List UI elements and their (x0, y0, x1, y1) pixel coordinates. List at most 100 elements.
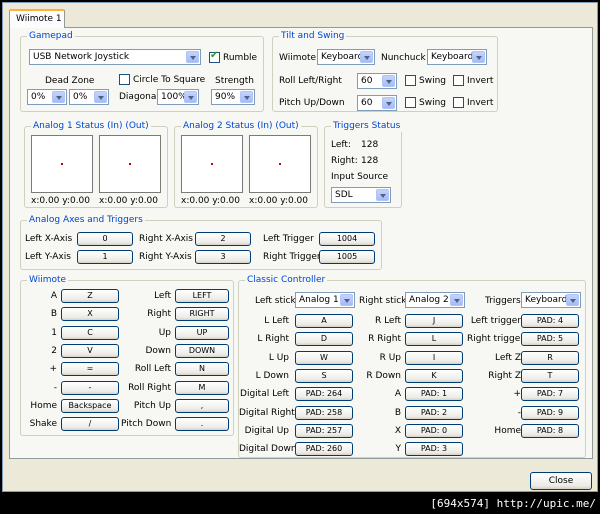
classic-mapping-button[interactable]: PAD: 5 (521, 332, 579, 347)
pitch-select[interactable]: 60 (357, 95, 397, 111)
triggers-source-select[interactable]: Keyboard (521, 292, 581, 308)
wiimote-button-label: Down (145, 345, 171, 356)
left-stick-select[interactable]: Analog 1 (295, 292, 355, 308)
pitch-swing-checkbox[interactable] (405, 97, 416, 108)
left-trigger-status-label: Left: (331, 140, 351, 150)
left-y-axis-button[interactable]: 1 (77, 250, 133, 264)
stick-position-dot (129, 163, 131, 165)
wiimote-mapping-button[interactable]: Z (61, 289, 119, 303)
classic-mapping-button[interactable]: W (295, 350, 353, 365)
classic-mapping-button[interactable]: PAD: 7 (521, 387, 579, 402)
wiimote-mapping-button[interactable]: . (175, 417, 229, 432)
classic-button-label: Digital Left (240, 389, 289, 400)
classic-button-label: L Right (257, 334, 289, 345)
wiimote-button-label: 1 (51, 327, 57, 338)
wiimote-mapping-button[interactable]: - (61, 380, 119, 395)
classic-mapping-button[interactable]: PAD: 258 (295, 405, 353, 420)
right-x-axis-label: Right X-Axis (139, 234, 193, 244)
right-trigger-label: Right Trigger (263, 252, 321, 262)
classic-mapping-button[interactable]: PAD: 2 (405, 405, 463, 420)
chevron-down-icon (94, 91, 107, 103)
diagonal-label: Diagonal (119, 92, 159, 102)
classic-mapping-button[interactable]: PAD: 8 (521, 423, 579, 438)
classic-mapping-button[interactable]: K (405, 368, 463, 383)
nunchuck-tilt-select[interactable]: Keyboard (427, 49, 487, 65)
chevron-down-icon (472, 51, 485, 63)
right-y-axis-label: Right Y-Axis (139, 252, 192, 262)
roll-invert-checkbox[interactable] (453, 75, 464, 86)
classic-button-label: Digital Up (244, 425, 289, 436)
right-trigger-button[interactable]: 1005 (319, 250, 375, 264)
wiimote-mapping-button[interactable]: X (61, 307, 119, 322)
deadzone-b-select[interactable]: 0% (69, 89, 109, 105)
classic-mapping-button[interactable]: L (405, 332, 463, 347)
classic-mapping-button[interactable]: A (295, 314, 353, 328)
classic-button-label: R Left (374, 316, 401, 326)
wiimote-button-label: Home (30, 400, 57, 411)
wiimote-mapping-button[interactable]: Backspace (61, 398, 119, 413)
tab-wiimote-1[interactable]: Wiimote 1 (9, 9, 65, 28)
circle-to-square-checkbox[interactable] (119, 74, 130, 85)
wiimote-mapping-button[interactable]: V (61, 343, 119, 358)
wiimote-button-label: B (50, 309, 57, 320)
classic-mapping-button[interactable]: PAD: 260 (295, 442, 353, 457)
classic-mapping-button[interactable]: PAD: 4 (521, 314, 579, 328)
left-x-axis-button[interactable]: 0 (77, 232, 133, 246)
classic-mapping-button[interactable]: PAD: 264 (295, 387, 353, 402)
chevron-down-icon (376, 189, 389, 201)
classic-mapping-button[interactable]: T (521, 368, 579, 383)
wiimote-button-label: Roll Right (128, 382, 171, 393)
nunchuck-tilt-label: Nunchuck (381, 53, 426, 63)
roll-swing-checkbox[interactable] (405, 75, 416, 86)
input-source-select[interactable]: SDL (331, 187, 391, 203)
wiimote-tilt-select[interactable]: Keyboard (317, 49, 375, 65)
left-trigger-label: Left Trigger (263, 234, 314, 244)
wiimote-buttons-group: Wiimote A Z B X 1 C 2 V + = - - Home Backspace Shake / L… (20, 274, 234, 436)
left-trigger-button[interactable]: 1004 (319, 232, 375, 246)
wiimote-mapping-button[interactable]: / (61, 417, 119, 432)
classic-mapping-button[interactable]: PAD: 0 (405, 423, 463, 438)
wiimote-button-label: + (49, 364, 57, 375)
wiimote-mapping-button[interactable]: LEFT (175, 289, 229, 303)
deadzone-a-select[interactable]: 0% (27, 89, 67, 105)
classic-button-label: Right Z (488, 370, 521, 381)
classic-mapping-button[interactable]: S (295, 368, 353, 383)
wiimote-mapping-button[interactable]: DOWN (175, 343, 229, 358)
gamepad-device-select[interactable]: USB Network Joystick (29, 49, 201, 65)
classic-mapping-button[interactable]: D (295, 332, 353, 347)
right-y-axis-button[interactable]: 3 (195, 250, 251, 264)
pitch-invert-checkbox[interactable] (453, 97, 464, 108)
wiimote-mapping-button[interactable]: , (175, 398, 229, 413)
wiimote-mapping-button[interactable]: N (175, 362, 229, 377)
left-stick-label: Left stick (255, 296, 296, 306)
close-button[interactable]: Close (530, 472, 592, 490)
right-stick-select[interactable]: Analog 2 (405, 292, 465, 308)
analog1-out-coords: x:0.00 y:0.00 (99, 196, 159, 206)
wiimote-mapping-button[interactable]: = (61, 362, 119, 377)
diagonal-select[interactable]: 100% (157, 89, 199, 105)
classic-mapping-button[interactable]: PAD: 1 (405, 387, 463, 402)
wiimote-mapping-button[interactable]: RIGHT (175, 307, 229, 322)
wiimote-mapping-button[interactable]: M (175, 380, 229, 395)
classic-mapping-button[interactable]: PAD: 3 (405, 442, 463, 457)
classic-mapping-button[interactable]: PAD: 9 (521, 405, 579, 420)
classic-mapping-button[interactable]: I (405, 350, 463, 365)
analog1-group-title: Analog 1 Status (In) (Out) (31, 120, 151, 132)
analog2-status-group: Analog 2 Status (In) (Out) x:0.00 y:0.00… (174, 120, 318, 208)
gamepad-group-title: Gamepad (27, 30, 75, 42)
right-x-axis-button[interactable]: 2 (195, 232, 251, 246)
rumble-checkbox[interactable] (209, 50, 220, 63)
wiimote-mapping-button[interactable]: C (61, 325, 119, 340)
roll-select[interactable]: 60 (357, 73, 397, 89)
classic-group-title: Classic Controller (245, 274, 328, 286)
classic-mapping-button[interactable]: PAD: 257 (295, 423, 353, 438)
classic-button-label: Y (395, 444, 402, 455)
analog1-out-pad (99, 135, 161, 193)
strength-select[interactable]: 90% (211, 89, 255, 105)
classic-button-label: R Down (366, 370, 401, 381)
wiimote-button-label: Right (147, 309, 171, 320)
classic-mapping-button[interactable]: J (405, 314, 463, 328)
wiimote-mapping-button[interactable]: UP (175, 325, 229, 340)
classic-mapping-button[interactable]: R (521, 350, 579, 365)
classic-button-label: + (513, 389, 521, 400)
